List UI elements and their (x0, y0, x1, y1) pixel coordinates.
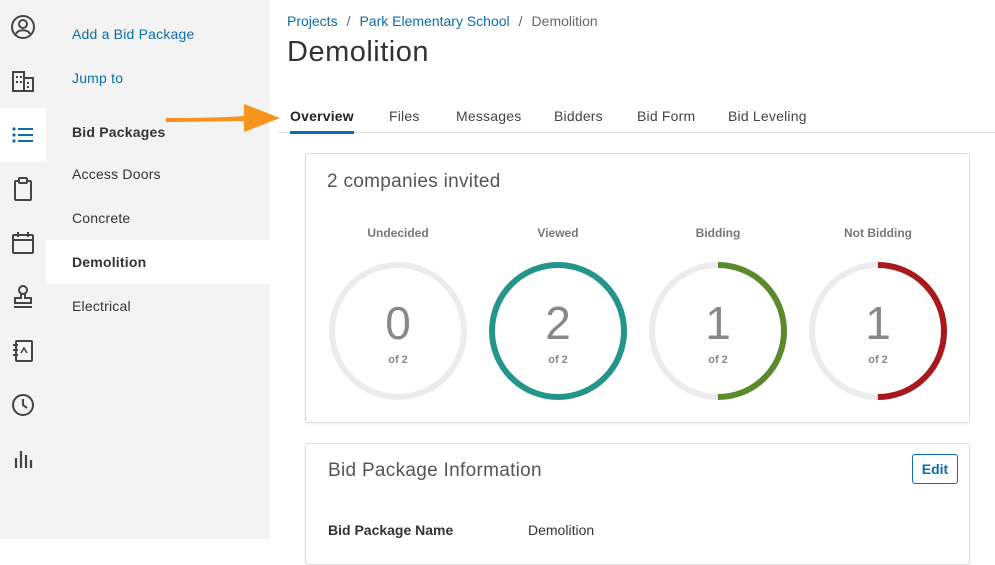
breadcrumb-project[interactable]: Park Elementary School (359, 13, 509, 29)
bid-package-sidebar: Add a Bid Package Jump to Bid Packages A… (46, 0, 270, 539)
rail-item-history[interactable] (0, 378, 46, 432)
sidebar-item-access-doors[interactable]: Access Doors (46, 152, 270, 196)
tab-files[interactable]: Files (389, 108, 420, 131)
tab-messages[interactable]: Messages (456, 108, 521, 131)
stat-total: of 2 (868, 354, 888, 366)
stat-label: Bidding (695, 226, 741, 240)
rail-item-bid-packages[interactable] (0, 108, 46, 162)
rail-item-directory[interactable] (0, 324, 46, 378)
bid-packages-heading: Bid Packages (72, 124, 166, 140)
user-circle-icon (11, 15, 35, 39)
stamp-icon (14, 285, 32, 308)
stat-label: Undecided (367, 226, 429, 240)
bar-chart-icon (14, 451, 33, 468)
notebook-icon (13, 340, 33, 362)
rail-item-company[interactable] (0, 54, 46, 108)
stat-value: 1 (865, 297, 891, 349)
invites-title: 2 companies invited (327, 171, 501, 192)
rail-item-tasks[interactable] (0, 162, 46, 216)
breadcrumb: Projects / Park Elementary School / Demoliti… (287, 13, 598, 29)
stat-total: of 2 (708, 354, 728, 366)
stat-value: 2 (545, 297, 571, 349)
stat-label: Viewed (537, 226, 579, 240)
stat-value: 0 (385, 297, 411, 349)
breadcrumb-separator: / (518, 13, 523, 29)
bid-package-name-value: Demolition (528, 522, 595, 538)
tab-overview[interactable]: Overview (290, 108, 354, 134)
stat-label: Not Bidding (844, 226, 912, 240)
stat-value: 1 (705, 297, 731, 349)
building-icon (12, 71, 34, 92)
breadcrumb-current: Demolition (531, 13, 598, 29)
breadcrumb-separator: / (346, 13, 351, 29)
sidebar-item-electrical[interactable]: Electrical (46, 284, 270, 328)
tab-bar: Overview Files Messages Bidders Bid Form… (279, 100, 995, 134)
tab-bidders[interactable]: Bidders (554, 108, 603, 131)
bid-package-info-card: Bid Package Information Edit Bid Package… (305, 443, 970, 565)
rail-item-approvals[interactable] (0, 270, 46, 324)
info-title: Bid Package Information (328, 460, 542, 481)
tab-bid-form[interactable]: Bid Form (637, 108, 695, 131)
page-title: Demolition (287, 36, 429, 68)
rail-item-calendar[interactable] (0, 216, 46, 270)
clipboard-icon (14, 177, 32, 201)
annotation-arrow-icon (166, 104, 280, 132)
invites-card: 2 companies invited Undecided 0 of 2 Vie… (305, 153, 970, 423)
jump-to-link[interactable]: Jump to (72, 70, 123, 86)
bid-package-name-label: Bid Package Name (328, 522, 454, 538)
stat-total: of 2 (548, 354, 568, 366)
breadcrumb-projects[interactable]: Projects (287, 13, 338, 29)
calendar-icon (12, 232, 34, 254)
rail-item-profile[interactable] (0, 0, 46, 54)
add-bid-package-link[interactable]: Add a Bid Package (72, 26, 194, 42)
sidebar-item-demolition[interactable]: Demolition (46, 240, 270, 284)
clock-icon (12, 394, 34, 416)
sidebar-item-concrete[interactable]: Concrete (46, 196, 270, 240)
edit-button[interactable]: Edit (912, 454, 958, 484)
stat-total: of 2 (388, 354, 408, 366)
list-icon (12, 127, 33, 143)
tab-bid-leveling[interactable]: Bid Leveling (728, 108, 807, 131)
icon-rail (0, 0, 47, 539)
rail-item-reports[interactable] (0, 432, 46, 486)
